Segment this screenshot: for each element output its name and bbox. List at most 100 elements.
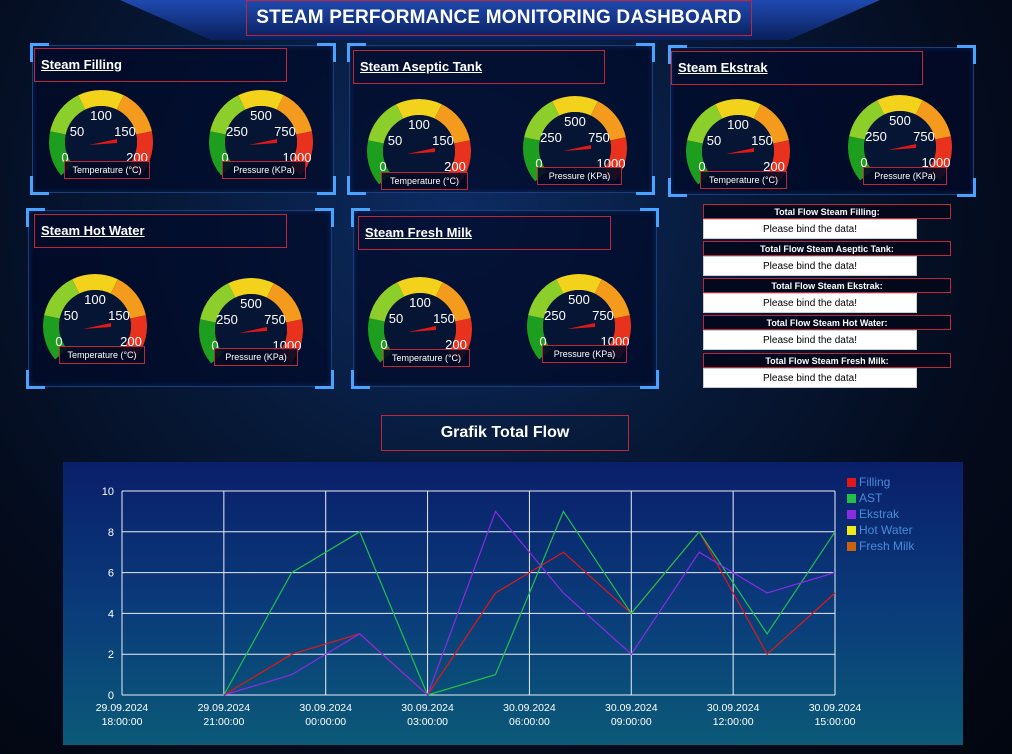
gauge-tick-label: 750 — [592, 308, 614, 323]
total-flow-aseptic: Total Flow Steam Aseptic Tank: Please bi… — [703, 241, 951, 276]
x-tick-label: 09:00:00 — [611, 716, 652, 728]
legend-swatch — [847, 525, 856, 535]
total-flow-ekstrak: Total Flow Steam Ekstrak: Please bind th… — [703, 278, 951, 313]
legend-item: Hot Water — [847, 522, 914, 538]
total-flow-hot-water-label: Total Flow Steam Hot Water: — [703, 315, 951, 330]
label-aseptic-temperature: Temperature (°C) — [381, 172, 468, 190]
gauge-tick-label: 100 — [408, 117, 430, 132]
legend-label: AST — [859, 491, 883, 505]
x-tick-label: 30.09.2024 — [401, 702, 454, 714]
chart-legend: Filling AST Ekstrak Hot Water Fresh Milk — [847, 474, 914, 554]
panel-title-aseptic: Steam Aseptic Tank — [353, 50, 605, 84]
gauge-tick-label: 100 — [84, 292, 106, 307]
total-flow-filling-value: Please bind the data! — [703, 219, 917, 239]
legend-label: Fresh Milk — [859, 539, 915, 553]
gauge-tick-label: 50 — [388, 133, 402, 148]
x-tick-label: 30.09.2024 — [605, 702, 658, 714]
x-tick-label: 06:00:00 — [509, 716, 550, 728]
gauge-tick-label: 50 — [707, 133, 721, 148]
panel-title-ekstrak: Steam Ekstrak — [671, 51, 923, 85]
label-aseptic-pressure: Pressure (KPa) — [537, 167, 622, 185]
label-hot-water-temperature: Temperature (°C) — [59, 346, 145, 364]
total-flow-chart: 0 2 4 6 8 10 29.09.2024 18:00:00 29.09.2024 21:00… — [96, 486, 862, 728]
x-tick-label: 03:00:00 — [407, 716, 448, 728]
gauge-tick-label: 50 — [70, 124, 84, 139]
gauge-tick-label: 750 — [274, 124, 296, 139]
total-flow-ekstrak-label: Total Flow Steam Ekstrak: — [703, 278, 951, 293]
gauge-tick-label: 100 — [90, 108, 112, 123]
gauge-tick-label: 150 — [751, 133, 773, 148]
x-tick-label: 30.09.2024 — [299, 702, 352, 714]
label-ekstrak-temperature: Temperature (°C) — [700, 171, 787, 189]
gauge-tick-label: 500 — [564, 114, 586, 129]
legend-swatch — [847, 477, 856, 487]
label-filling-pressure: Pressure (KPa) — [222, 161, 306, 179]
gauge-tick-label: 100 — [727, 117, 749, 132]
label-filling-temperature: Temperature (°C) — [64, 161, 150, 179]
x-tick-label: 00:00:00 — [305, 716, 346, 728]
x-tick-label: 15:00:00 — [815, 716, 856, 728]
total-flow-filling: Total Flow Steam Filling: Please bind th… — [703, 204, 951, 239]
total-flow-aseptic-label: Total Flow Steam Aseptic Tank: — [703, 241, 951, 256]
x-tick-label: 29.09.2024 — [198, 702, 251, 714]
gauge-tick-label: 50 — [389, 311, 403, 326]
gauge-tick-label: 750 — [913, 129, 935, 144]
x-tick-label: 30.09.2024 — [707, 702, 760, 714]
gauge-tick-label: 250 — [226, 124, 248, 139]
total-flow-fresh-milk: Total Flow Steam Fresh Milk: Please bind… — [703, 353, 951, 388]
label-hot-water-pressure: Pressure (KPa) — [214, 348, 298, 366]
chart-title: Grafik Total Flow — [381, 415, 629, 451]
gauge-tick-label: 750 — [264, 312, 286, 327]
legend-item: Ekstrak — [847, 506, 914, 522]
x-tick-label: 12:00:00 — [713, 716, 754, 728]
gauge-tick-label: 250 — [865, 129, 887, 144]
legend-label: Hot Water — [859, 523, 913, 537]
gauge-tick-label: 500 — [250, 108, 272, 123]
panel-title-fresh-milk: Steam Fresh Milk — [358, 216, 611, 250]
y-tick-label: 10 — [102, 486, 114, 498]
gauge-tick-label: 500 — [889, 113, 911, 128]
gauge-tick-label: 250 — [216, 312, 238, 327]
legend-item: AST — [847, 490, 914, 506]
legend-swatch — [847, 493, 856, 503]
y-tick-label: 4 — [108, 608, 114, 620]
y-tick-label: 8 — [108, 527, 114, 539]
label-fresh-milk-temperature: Temperature (°C) — [383, 349, 470, 367]
legend-swatch — [847, 541, 856, 551]
gauge-tick-label: 100 — [409, 295, 431, 310]
chart-area: 0 2 4 6 8 10 29.09.2024 18:00:00 29.09.2024 21:00… — [63, 462, 963, 745]
legend-item: Fresh Milk — [847, 538, 914, 554]
legend-label: Filling — [859, 475, 891, 489]
gauge-tick-label: 150 — [108, 308, 130, 323]
x-tick-label: 30.09.2024 — [503, 702, 556, 714]
total-flow-hot-water-value: Please bind the data! — [703, 330, 917, 350]
gauge-tick-label: 50 — [64, 308, 78, 323]
x-tick-label: 30.09.2024 — [809, 702, 862, 714]
legend-swatch — [847, 509, 856, 519]
gauge-tick-label: 250 — [544, 308, 566, 323]
gauge-tick-label: 250 — [540, 130, 562, 145]
total-flow-ekstrak-value: Please bind the data! — [703, 293, 917, 313]
label-ekstrak-pressure: Pressure (KPa) — [863, 167, 947, 185]
legend-item: Filling — [847, 474, 914, 490]
panel-title-hot-water: Steam Hot Water — [34, 214, 287, 248]
total-flow-filling-label: Total Flow Steam Filling: — [703, 204, 951, 219]
gauge-tick-label: 150 — [433, 311, 455, 326]
gauge-tick-label: 500 — [568, 292, 590, 307]
y-tick-label: 2 — [108, 649, 114, 661]
x-tick-label: 18:00:00 — [102, 716, 143, 728]
panel-title-filling: Steam Filling — [34, 48, 287, 82]
x-tick-label: 21:00:00 — [203, 716, 244, 728]
gauge-tick-label: 500 — [240, 296, 262, 311]
y-tick-label: 0 — [108, 690, 114, 702]
x-tick-label: 29.09.2024 — [96, 702, 149, 714]
gauge-tick-label: 150 — [432, 133, 454, 148]
page-title: STEAM PERFORMANCE MONITORING DASHBOARD — [246, 0, 752, 36]
total-flow-fresh-milk-label: Total Flow Steam Fresh Milk: — [703, 353, 951, 368]
label-fresh-milk-pressure: Pressure (KPa) — [542, 345, 627, 363]
y-tick-label: 6 — [108, 568, 114, 580]
total-flow-aseptic-value: Please bind the data! — [703, 256, 917, 276]
gauge-tick-label: 150 — [114, 124, 136, 139]
total-flow-hot-water: Total Flow Steam Hot Water: Please bind … — [703, 315, 951, 350]
gauge-tick-label: 750 — [588, 130, 610, 145]
